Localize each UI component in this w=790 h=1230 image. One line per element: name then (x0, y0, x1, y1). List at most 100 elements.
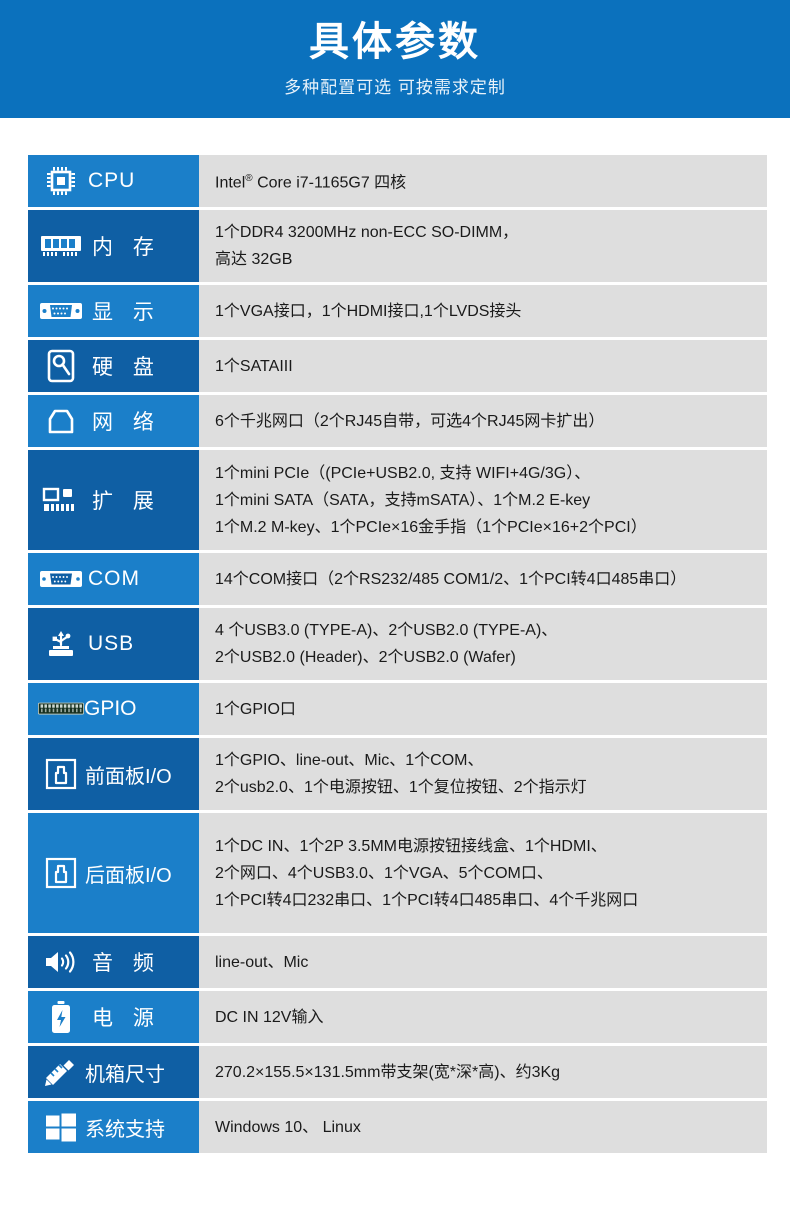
spec-label-text: 机箱尺寸 (85, 1063, 165, 1086)
spec-value-line: 1个GPIO口 (215, 700, 296, 718)
spec-value-line: 4 个USB3.0 (TYPE-A)、2个USB2.0 (TYPE-A)、 (215, 622, 558, 639)
spec-value-line: 1个DDR4 3200MHz non-ECC SO-DIMM， (215, 224, 519, 241)
spec-label-cell: 内 存 (28, 210, 199, 282)
spec-value-line: 1个M.2 M-key、1个PCIe×16金手指（1个PCIe×16+2个PCI… (215, 518, 647, 536)
spec-value-cell: 1个GPIO口 (199, 683, 767, 735)
spec-value-line: 2个USB2.0 (Header)、2个USB2.0 (Wafer) (215, 649, 516, 666)
spec-value-line: 270.2×155.5×131.5mm带支架(宽*深*高)、约3Kg (215, 1063, 561, 1081)
spec-row: 硬 盘 1个SATAIII (28, 340, 767, 392)
spec-label-text: 前面板I/O (85, 765, 172, 788)
spec-value-cell: DC IN 12V输入 (199, 991, 767, 1043)
spec-value-line: 1个mini SATA（SATA，支持mSATA）、1个M.2 E-key (215, 491, 591, 509)
spec-value-cell: 1个mini PCIe（(PCIe+USB2.0, 支持 WIFI+4G/3G）… (199, 450, 767, 550)
spec-value-line: DC IN 12V输入 (215, 1008, 324, 1026)
spec-row: 显 示 1个VGA接口，1个HDMI接口,1个LVDS接头 (28, 285, 767, 337)
spec-value-cell: 1个DC IN、1个2P 3.5MM电源按钮接线盒、1个HDMI、 2个网口、4个… (199, 813, 767, 933)
spec-value-line: 14个COM接口（2个RS232/485 COM1/2、1个PCI转4口485串… (215, 570, 687, 588)
spec-label-cell: GPIO (28, 683, 199, 735)
spec-label-text: 后面板I/O (85, 864, 172, 887)
com-serial-port-icon (38, 562, 84, 596)
spec-row: 内 存 1个DDR4 3200MHz non-ECC SO-DIMM， 高达 32G… (28, 210, 767, 282)
spec-value-line: 1个VGA接口，1个HDMI接口,1个LVDS接头 (215, 302, 522, 320)
page-header-banner: 具体参数 多种配置可选 可按需求定制 (0, 0, 790, 118)
spec-label-cell: 网 络 (28, 395, 199, 447)
page-title: 具体参数 (309, 19, 481, 64)
spec-label-cell: USB (28, 608, 199, 680)
rear-panel-io-icon (38, 856, 84, 890)
spec-row: CPU Intel® Core i7-1165G7 四核 (28, 155, 767, 207)
spec-value-line: 1个DC IN、1个2P 3.5MM电源按钮接线盒、1个HDMI、 (215, 837, 607, 855)
spec-value-line: line-out、Mic (215, 953, 309, 971)
spec-row: 音 频 line-out、Mic (28, 936, 767, 988)
spec-label-cell: 音 频 (28, 936, 199, 988)
spec-row: 机箱尺寸 270.2×155.5×131.5mm带支架(宽*深*高)、约3Kg (28, 1046, 767, 1098)
spec-label-cell: 前面板I/O (28, 738, 199, 810)
spec-value-line: 2个usb2.0、1个电源按钮、1个复位按钮、2个指示灯 (215, 779, 587, 796)
spec-row: 扩 展 1个mini PCIe（(PCIe+USB2.0, 支持 WIFI+4G/… (28, 450, 767, 550)
spec-value-cell: 270.2×155.5×131.5mm带支架(宽*深*高)、约3Kg (199, 1046, 767, 1098)
spec-value-line: 1个SATAIII (215, 357, 293, 375)
spec-label-cell: 后面板I/O (28, 813, 199, 933)
windows-logo-icon (38, 1110, 84, 1144)
speaker-audio-icon (38, 945, 84, 979)
spec-row: 后面板I/O 1个DC IN、1个2P 3.5MM电源按钮接线盒、1个HDMI、 2… (28, 813, 767, 933)
spec-label-cell: 扩 展 (28, 450, 199, 550)
spec-label-text: 显 示 (92, 301, 161, 324)
front-panel-io-icon (38, 757, 84, 791)
spec-value-cell: 6个千兆网口（2个RJ45自带，可选4个RJ45网卡扩出） (199, 395, 767, 447)
spec-value-line: 1个PCI转4口232串口、1个PCI转4口485串口、4个千兆网口 (215, 891, 639, 909)
spec-label-text: USB (88, 632, 135, 655)
gpio-pin-header-icon (38, 692, 84, 726)
spec-label-text: 音 频 (92, 952, 161, 975)
spec-value-cell: 1个VGA接口，1个HDMI接口,1个LVDS接头 (199, 285, 767, 337)
hard-disk-icon (38, 349, 84, 383)
spec-label-cell: 电 源 (28, 991, 199, 1043)
spec-label-text: 扩 展 (92, 490, 161, 513)
spec-label-text: 内 存 (92, 236, 161, 259)
spec-label-cell: 机箱尺寸 (28, 1046, 199, 1098)
spec-value-line: 1个mini PCIe（(PCIe+USB2.0, 支持 WIFI+4G/3G）… (215, 464, 591, 482)
page-subtitle: 多种配置可选 可按需求定制 (284, 77, 506, 97)
spec-value-cell: 1个GPIO、line-out、Mic、1个COM、 2个usb2.0、1个电源按… (199, 738, 767, 810)
spec-label-text: COM (88, 567, 140, 590)
cpu-chip-icon (38, 164, 84, 198)
spec-value-cell: Windows 10、 Linux (199, 1101, 767, 1153)
ruler-pencil-icon (38, 1055, 84, 1089)
spec-label-text: 硬 盘 (92, 356, 161, 379)
spec-value-cell: 4 个USB3.0 (TYPE-A)、2个USB2.0 (TYPE-A)、 2个U… (199, 608, 767, 680)
spec-label-cell: CPU (28, 155, 199, 207)
spec-label-text: CPU (88, 169, 136, 192)
spec-value-line: 6个千兆网口（2个RJ45自带，可选4个RJ45网卡扩出） (215, 412, 605, 430)
spec-label-text: GPIO (84, 697, 137, 720)
spec-label-text: 系统支持 (85, 1118, 165, 1141)
spec-row: 系统支持 Windows 10、 Linux (28, 1101, 767, 1153)
spec-label-cell: 显 示 (28, 285, 199, 337)
spec-label-cell: 硬 盘 (28, 340, 199, 392)
expansion-card-icon (38, 483, 84, 517)
spec-value-cell: 1个DDR4 3200MHz non-ECC SO-DIMM， 高达 32GB (199, 210, 767, 282)
usb-icon (38, 627, 84, 661)
spec-row: 前面板I/O 1个GPIO、line-out、Mic、1个COM、 2个usb2.0… (28, 738, 767, 810)
spec-value-cell: line-out、Mic (199, 936, 767, 988)
spec-label-text: 网 络 (92, 411, 161, 434)
battery-power-icon (38, 1000, 84, 1034)
spec-value-line: Windows 10、 Linux (215, 1118, 361, 1136)
spec-row: 网 络 6个千兆网口（2个RJ45自带，可选4个RJ45网卡扩出） (28, 395, 767, 447)
spec-value-cell: 1个SATAIII (199, 340, 767, 392)
spec-row: GPIO 1个GPIO口 (28, 683, 767, 735)
spec-value-line: 2个网口、4个USB3.0、1个VGA、5个COM口、 (215, 864, 553, 882)
memory-module-icon (38, 229, 84, 263)
spec-value-line: Intel® Core i7-1165G7 四核 (215, 173, 407, 192)
specification-table: CPU Intel® Core i7-1165G7 四核 内 存 1个DDR4 32… (28, 155, 767, 1153)
spec-label-text: 电 源 (92, 1007, 161, 1030)
spec-row: COM 14个COM接口（2个RS232/485 COM1/2、1个PCI转4口4… (28, 553, 767, 605)
vga-port-icon (38, 294, 84, 328)
spec-value-cell: Intel® Core i7-1165G7 四核 (199, 155, 767, 207)
spec-label-cell: COM (28, 553, 199, 605)
spec-row: 电 源 DC IN 12V输入 (28, 991, 767, 1043)
spec-value-cell: 14个COM接口（2个RS232/485 COM1/2、1个PCI转4口485串… (199, 553, 767, 605)
spec-label-cell: 系统支持 (28, 1101, 199, 1153)
spec-row: USB 4 个USB3.0 (TYPE-A)、2个USB2.0 (TYPE-A)、… (28, 608, 767, 680)
spec-value-line: 1个GPIO、line-out、Mic、1个COM、 (215, 752, 484, 769)
rj45-network-icon (38, 404, 84, 438)
